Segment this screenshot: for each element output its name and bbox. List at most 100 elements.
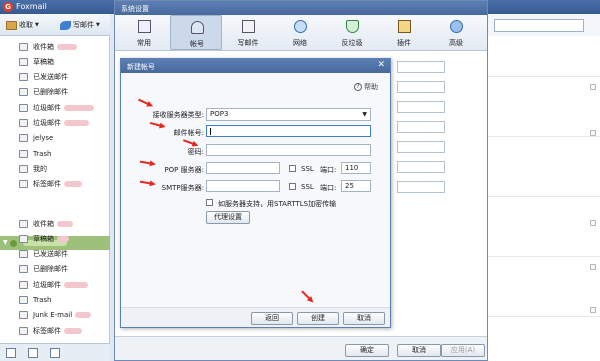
redacted-count [64, 104, 94, 111]
mail-view-icon[interactable] [6, 348, 16, 358]
trash-icon [19, 265, 28, 274]
text-caret [210, 128, 211, 135]
folder-icon [19, 134, 28, 143]
tab-antispam[interactable]: 反垃圾 [326, 15, 378, 50]
mail-flag-icon[interactable] [590, 264, 596, 270]
pop-port-input[interactable]: 110 [341, 162, 371, 174]
pop-port-label: 端口: [320, 166, 337, 174]
tab-label: 反垃圾 [341, 39, 363, 47]
folder-item[interactable]: 已发送邮件 [0, 247, 110, 262]
settings-tabbar: 常用 帐号 写邮件 网络 反垃圾 插件 高级 [115, 15, 487, 51]
create-button[interactable]: 创建 [297, 312, 339, 325]
cancel-button[interactable]: 取消 [397, 344, 441, 357]
redacted-count [57, 235, 69, 242]
tab-account[interactable]: 帐号 [170, 15, 222, 50]
smtp-ssl-label: SSL [301, 183, 314, 191]
compose-button[interactable]: 写邮件 ▼ [60, 18, 100, 32]
folder-item[interactable]: 已发送邮件 [0, 70, 110, 85]
folder-item[interactable]: 垃圾邮件 [0, 116, 110, 131]
tab-label: 网络 [293, 39, 307, 47]
folder-icon [19, 164, 28, 173]
pop-ssl-checkbox[interactable] [289, 165, 296, 172]
tab-general[interactable]: 常用 [118, 15, 170, 50]
folder-item[interactable]: 垃圾邮件 [0, 100, 110, 115]
smtp-ssl-checkbox[interactable] [289, 183, 296, 190]
mail-flag-icon[interactable] [590, 307, 596, 313]
compose-icon [242, 20, 255, 33]
email-input[interactable] [206, 125, 371, 137]
tab-label: 写邮件 [237, 39, 259, 47]
folder-item[interactable]: Trash [0, 146, 110, 161]
background-field [397, 181, 445, 193]
contacts-icon[interactable] [28, 348, 38, 358]
back-button[interactable]: 返回 [251, 312, 293, 325]
new-account-titlebar: 新建帐号 ✕ [121, 59, 390, 73]
folder-item[interactable]: 草稿箱 [0, 54, 110, 69]
folder-item[interactable]: Trash [0, 293, 110, 308]
list-divider [488, 76, 600, 77]
folder-sidebar: 收件箱 草稿箱 已发送邮件 已删除邮件 垃圾邮件 垃圾邮件 jelyse Trash 我的 标签邮… [0, 36, 110, 343]
folder-item[interactable]: 已删除邮件 [0, 262, 110, 277]
starttls-checkbox[interactable] [206, 199, 213, 206]
server-type-select[interactable]: POP3 ▼ [206, 108, 371, 121]
trash-icon [19, 88, 28, 97]
password-input[interactable] [206, 144, 371, 156]
tab-label: 高级 [449, 39, 463, 47]
folder-item[interactable]: Junk E-mail [0, 308, 110, 323]
starttls-label: 如服务器支持，用STARTTLS加密传输 [218, 200, 337, 208]
tab-plugin[interactable]: 插件 [378, 15, 430, 50]
mail-flag-icon[interactable] [590, 130, 596, 136]
general-icon [138, 20, 151, 33]
server-type-value: POP3 [210, 110, 229, 118]
background-field [397, 81, 445, 93]
pop-server-input[interactable] [206, 162, 280, 174]
help-link[interactable]: ? 帮助 [354, 82, 378, 92]
receive-button[interactable]: 收取 ▼ [6, 18, 39, 32]
mail-flag-icon[interactable] [590, 220, 596, 226]
ok-button[interactable]: 确定 [345, 344, 389, 357]
folder-item[interactable]: 我的 [0, 161, 110, 176]
receive-label: 收取 [19, 21, 33, 29]
chevron-down-icon[interactable]: ▼ [35, 22, 39, 28]
cancel-button[interactable]: 取消 [343, 312, 385, 325]
proxy-settings-button[interactable]: 代理设置 [206, 211, 250, 224]
password-label: 密码: [187, 148, 204, 156]
tab-compose[interactable]: 写邮件 [222, 15, 274, 50]
background-field [397, 161, 445, 173]
folder-label: jelyse [33, 134, 54, 143]
redacted-count [64, 327, 82, 334]
smtp-port-input[interactable]: 25 [341, 180, 371, 192]
tab-label: 帐号 [190, 40, 204, 48]
folder-label: 标签邮件 [33, 326, 61, 335]
sidebar-bottom-bar [0, 343, 110, 361]
background-field [397, 61, 445, 73]
plugin-icon [398, 20, 411, 33]
inbox-icon [19, 42, 28, 51]
folder-label: 草稿箱 [33, 234, 54, 243]
smtp-server-input[interactable] [206, 180, 280, 192]
list-divider [488, 196, 600, 197]
mail-flag-icon[interactable] [590, 84, 596, 90]
folder-item[interactable]: 标签邮件 [0, 323, 110, 338]
folder-icon [19, 296, 28, 304]
chevron-down-icon[interactable]: ▼ [96, 22, 100, 28]
close-icon[interactable]: ✕ [377, 60, 385, 70]
help-icon: ? [354, 83, 362, 91]
compose-label: 写邮件 [73, 21, 94, 29]
foxmail-logo-icon: G [3, 2, 13, 12]
folder-item[interactable]: 标签邮件 [0, 177, 110, 192]
tab-advanced[interactable]: 高级 [430, 15, 482, 50]
folder-item[interactable]: 已删除邮件 [0, 85, 110, 100]
tab-network[interactable]: 网络 [274, 15, 326, 50]
search-input[interactable] [494, 19, 584, 32]
folder-item[interactable]: 收件箱 [0, 39, 110, 54]
calendar-icon[interactable] [50, 348, 60, 358]
new-account-dialog: 新建帐号 ✕ ? 帮助 接收服务器类型: POP3 ▼ 邮件帐号: 密码: PO… [120, 58, 391, 328]
folder-item[interactable]: jelyse [0, 131, 110, 146]
folder-item[interactable]: 垃圾邮件 [0, 277, 110, 292]
apply-button[interactable]: 应用(A) [441, 344, 485, 357]
folder-icon [19, 311, 28, 320]
folder-item[interactable]: 收件箱 [0, 216, 110, 231]
folder-item[interactable]: 草稿箱 [0, 231, 110, 246]
antispam-icon [346, 20, 359, 33]
